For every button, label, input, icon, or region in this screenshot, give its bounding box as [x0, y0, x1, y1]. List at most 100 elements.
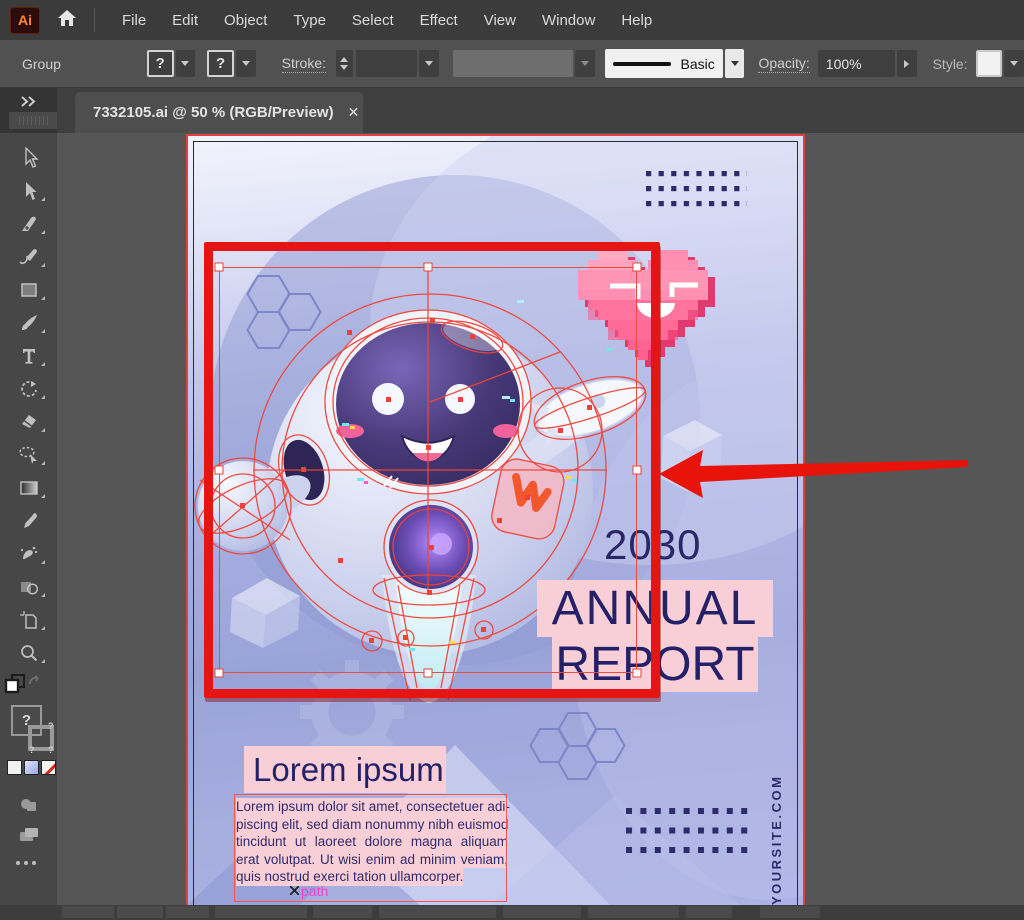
shape-builder-tool-icon	[18, 577, 40, 597]
gradient-tool-icon	[18, 478, 40, 498]
blob-brush-tool[interactable]	[0, 537, 57, 570]
zoom-tool-icon	[19, 643, 39, 663]
style-swatch[interactable]	[976, 50, 1003, 77]
control-options-bar: Group ? ? Stroke: Basic Opacity: 100% St…	[0, 40, 1024, 88]
illustrator-app-icon[interactable]: Ai	[10, 7, 40, 34]
eyedropper-tool-icon	[19, 511, 39, 531]
chevron-down-icon	[242, 61, 250, 66]
eraser-tool[interactable]	[0, 405, 57, 438]
screen-mode-button[interactable]	[0, 818, 57, 851]
taskbar-segment[interactable]	[379, 906, 496, 918]
home-icon	[56, 8, 78, 33]
collapse-panel-icon[interactable]	[20, 94, 38, 112]
stroke-weight-field[interactable]	[356, 50, 417, 77]
rectangle-tool[interactable]	[0, 273, 57, 306]
fill-color-swatch[interactable]: ?	[147, 50, 174, 77]
brush-definition-value: Basic	[681, 56, 715, 72]
style-dropdown[interactable]	[1004, 50, 1024, 77]
tab-close-icon[interactable]: ✕	[348, 104, 360, 121]
artboard-tool-icon	[19, 610, 39, 630]
paintbrush-tool[interactable]	[0, 306, 57, 339]
bleed-guide-left	[186, 134, 188, 905]
taskbar-segment[interactable]	[503, 906, 581, 918]
dot-grid-bottom	[626, 808, 749, 853]
taskbar-segment[interactable]	[760, 906, 820, 918]
gradient-mode-swatch[interactable]	[24, 760, 39, 775]
taskbar-segment[interactable]	[588, 906, 679, 918]
opacity-field[interactable]: 100%	[818, 50, 895, 77]
stroke-question-mark: ?	[48, 721, 54, 731]
annotation-rectangle	[204, 242, 660, 698]
artboard-border-left	[193, 141, 194, 905]
menu-help[interactable]: Help	[608, 0, 665, 40]
stroke-label[interactable]: Stroke:	[282, 55, 326, 73]
taskbar-segment[interactable]	[313, 906, 372, 918]
swap-fill-stroke-icon	[30, 676, 38, 684]
type-tool[interactable]	[0, 339, 57, 372]
artboard-tool[interactable]	[0, 603, 57, 636]
selection-tool[interactable]	[0, 141, 57, 174]
menu-select[interactable]: Select	[339, 0, 407, 40]
lasso-tool-icon	[18, 445, 40, 465]
stroke-color-swatch[interactable]: ?	[207, 50, 234, 77]
taskbar-segment[interactable]	[166, 906, 209, 918]
chevron-down-icon	[425, 61, 433, 66]
artboard-border-top	[193, 141, 798, 142]
width-profile-chevron	[575, 50, 595, 77]
rotate-tool[interactable]	[0, 372, 57, 405]
chevron-down-icon	[340, 65, 348, 70]
default-fill-stroke[interactable]	[0, 672, 57, 700]
document-tab[interactable]: 7332105.ai @ 50 % (RGB/Preview) ✕	[75, 92, 363, 133]
context-label: Group	[22, 56, 61, 72]
eyedropper-tool[interactable]	[0, 504, 57, 537]
toolbar-header	[0, 88, 57, 133]
toolbar-grip[interactable]	[9, 112, 57, 129]
drawing-mode-icon	[18, 795, 40, 815]
menu-object[interactable]: Object	[211, 0, 280, 40]
stroke-weight-dropdown[interactable]	[419, 50, 439, 77]
text-frame-outline	[234, 794, 507, 902]
color-mode-swatch[interactable]	[7, 760, 22, 775]
lasso-tool[interactable]	[0, 438, 57, 471]
stroke-preview-icon	[613, 62, 671, 66]
edit-toolbar-button[interactable]	[16, 861, 36, 865]
opacity-label[interactable]: Opacity:	[758, 55, 809, 73]
fill-color-dropdown[interactable]	[176, 50, 196, 77]
menu-view[interactable]: View	[471, 0, 529, 40]
drawing-mode-button[interactable]	[0, 788, 57, 821]
stroke-color-dropdown[interactable]	[236, 50, 256, 77]
menu-edit[interactable]: Edit	[159, 0, 211, 40]
annotation-arrow	[650, 438, 1024, 508]
gradient-tool[interactable]	[0, 471, 57, 504]
stroke-question-mark: ?	[29, 745, 35, 755]
stroke-weight-stepper[interactable]	[336, 50, 353, 77]
taskbar-segment[interactable]	[117, 906, 163, 918]
blob-brush-tool-icon	[18, 544, 40, 564]
menu-type[interactable]: Type	[280, 0, 339, 40]
poster-website: YOURSITE.COM	[769, 735, 784, 905]
taskbar-segment[interactable]	[215, 906, 307, 918]
none-mode-swatch[interactable]	[41, 760, 56, 775]
menu-window[interactable]: Window	[529, 0, 608, 40]
shape-builder-tool[interactable]	[0, 570, 57, 603]
taskbar-segment[interactable]	[62, 906, 114, 918]
pen-tool[interactable]	[0, 207, 57, 240]
rotate-tool-icon	[19, 379, 39, 399]
taskbar-segment[interactable]	[686, 906, 732, 918]
chevron-down-icon	[581, 61, 589, 66]
screen-mode-icon	[17, 825, 41, 845]
menu-file[interactable]: File	[109, 0, 159, 40]
paintbrush-tool-icon	[18, 312, 40, 334]
curvature-tool-icon	[18, 246, 40, 268]
style-label: Style:	[933, 56, 968, 72]
chevron-right-icon	[904, 60, 909, 68]
home-button[interactable]	[56, 8, 78, 33]
zoom-tool[interactable]	[0, 636, 57, 669]
brush-definition-dropdown[interactable]: Basic	[605, 49, 723, 78]
direct-selection-tool[interactable]	[0, 174, 57, 207]
brush-definition-chevron[interactable]	[725, 49, 745, 78]
opacity-expand-button[interactable]	[897, 50, 917, 77]
width-profile-dropdown	[453, 50, 573, 77]
menu-effect[interactable]: Effect	[407, 0, 471, 40]
curvature-tool[interactable]	[0, 240, 57, 273]
